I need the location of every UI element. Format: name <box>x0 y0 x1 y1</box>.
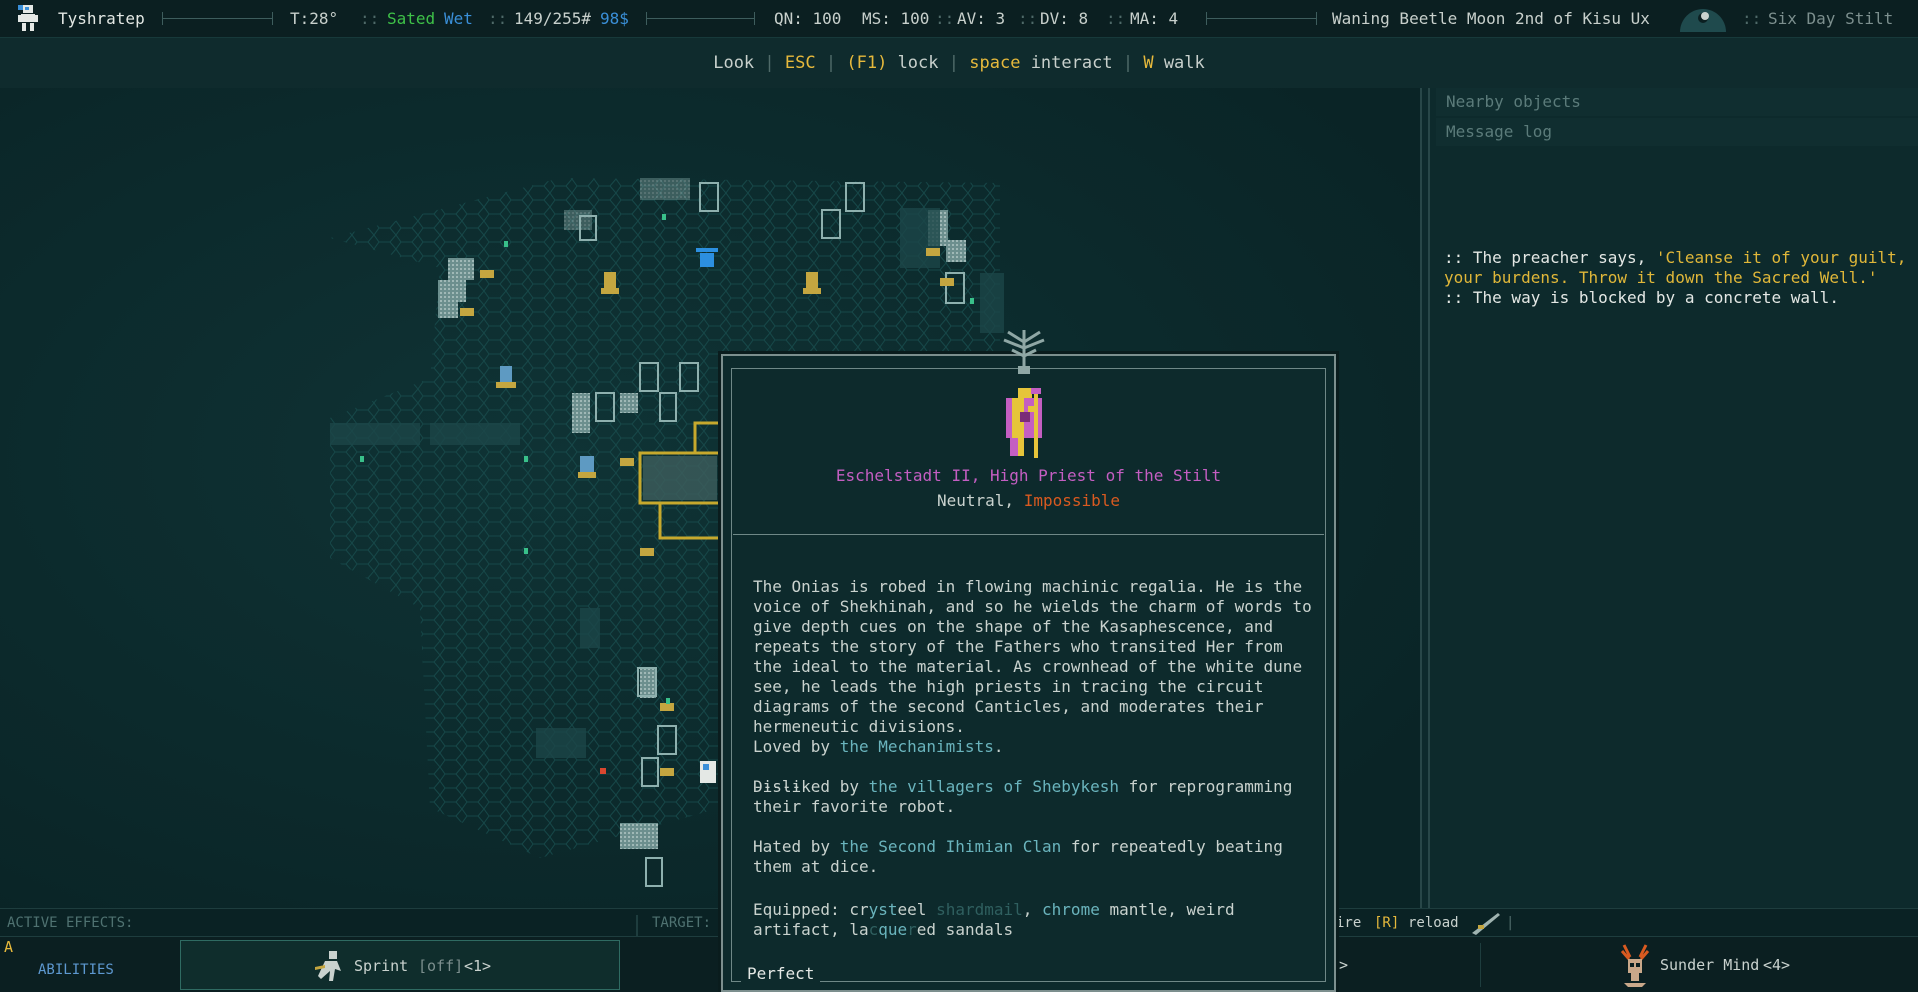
abilities-button[interactable]: ABILITIES <box>38 945 114 992</box>
sprint-hotkey: <1> <box>464 957 492 975</box>
hated-by-line: Hated by the Second Ihimian Clan for rep… <box>753 837 1283 876</box>
move-speed: MS: 100 <box>862 9 930 28</box>
look-mode-hints: Look | ESC | (F1) lock | space interact … <box>0 38 1918 88</box>
look-label: Look <box>713 53 755 73</box>
hitpoints: 149/255# <box>514 9 592 28</box>
quickness: QN: 100 <box>774 9 842 28</box>
npc-disposition: Neutral, Impossible <box>936 491 1121 510</box>
status-bar: Tyshratep T:28° :: Sated Wet :: 149/255#… <box>0 0 1918 38</box>
walk-label: walk <box>1163 53 1205 73</box>
fire-hint: ire <box>1336 915 1362 931</box>
nearby-objects-header[interactable]: Nearby objects <box>1436 88 1918 116</box>
sunder-mind-icon <box>1620 943 1650 992</box>
ornament-icon <box>998 326 1050 380</box>
loved-by-line: Loved by the Mechanimists. <box>753 737 1004 756</box>
wet-status: Wet <box>444 9 473 28</box>
calendar-date: Waning Beetle Moon 2nd of Kisu Ux <box>1332 9 1650 28</box>
sprint-state: [off] <box>418 957 464 975</box>
player-name: Tyshratep <box>58 9 145 28</box>
hunger-status: Sated <box>387 9 436 28</box>
sunder-mind-hotkey: <4> <box>1763 956 1791 974</box>
look-tooltip-popup: Eschelstadt II, High Priest of the Stilt… <box>721 330 1336 992</box>
reload-label: reload <box>1408 915 1459 931</box>
message-log: :: The preacher says, 'Cleanse it of you… <box>1444 248 1914 308</box>
sprint-icon <box>315 949 345 992</box>
equipped-items: Equipped: crysteel shardmail, chrome man… <box>753 900 1235 939</box>
npc-portrait-icon <box>1000 386 1050 460</box>
slot-arrow: > <box>1339 956 1349 974</box>
difficulty-rating: Impossible <box>1023 491 1121 510</box>
condition-label: Perfect <box>741 964 821 984</box>
message-log-header[interactable]: Message log <box>1436 118 1918 146</box>
sunder-mind-label[interactable]: Sunder Mind <box>1660 940 1759 990</box>
abilities-hotkey[interactable]: A <box>4 937 13 957</box>
interact-key[interactable]: space <box>969 53 1020 73</box>
location-name: Six Day Stilt <box>1768 9 1894 28</box>
faction-relations: Loved by the Mechanimists. Disliked by t… <box>753 737 1313 877</box>
reload-key[interactable]: [R] <box>1374 909 1399 937</box>
dodge-value: DV: 8 <box>1040 9 1089 28</box>
money: 98$ <box>600 9 629 28</box>
log-message: :: The preacher says, 'Cleanse it of you… <box>1444 248 1907 287</box>
temperature: T:28° <box>290 9 339 28</box>
sprint-label: Sprint <box>354 957 409 975</box>
description-text: The Onias is robed in flowing machinic r… <box>753 577 1322 736</box>
target-label: TARGET: <box>652 915 712 931</box>
active-effects-label: ACTIVE EFFECTS: <box>7 915 134 931</box>
esc-key[interactable]: ESC <box>785 53 816 73</box>
log-message: :: The way is blocked by a concrete wall… <box>1444 288 1839 307</box>
sprint-ability-slot[interactable]: Sprint [off] <1> <box>180 940 620 990</box>
interact-label: interact <box>1030 53 1113 73</box>
side-panel: Nearby objects Message log :: The preach… <box>1420 88 1918 908</box>
disliked-by-line: Disliked by the villagers of Shebykesh f… <box>753 777 1293 816</box>
lock-key[interactable]: (F1) <box>846 53 887 73</box>
npc-name: Eschelstadt II, High Priest of the Stilt <box>835 466 1222 485</box>
mental-armor: MA: 4 <box>1130 9 1179 28</box>
walk-key[interactable]: W <box>1143 53 1153 73</box>
lock-label: lock <box>897 53 939 73</box>
armor-value: AV: 3 <box>957 9 1006 28</box>
